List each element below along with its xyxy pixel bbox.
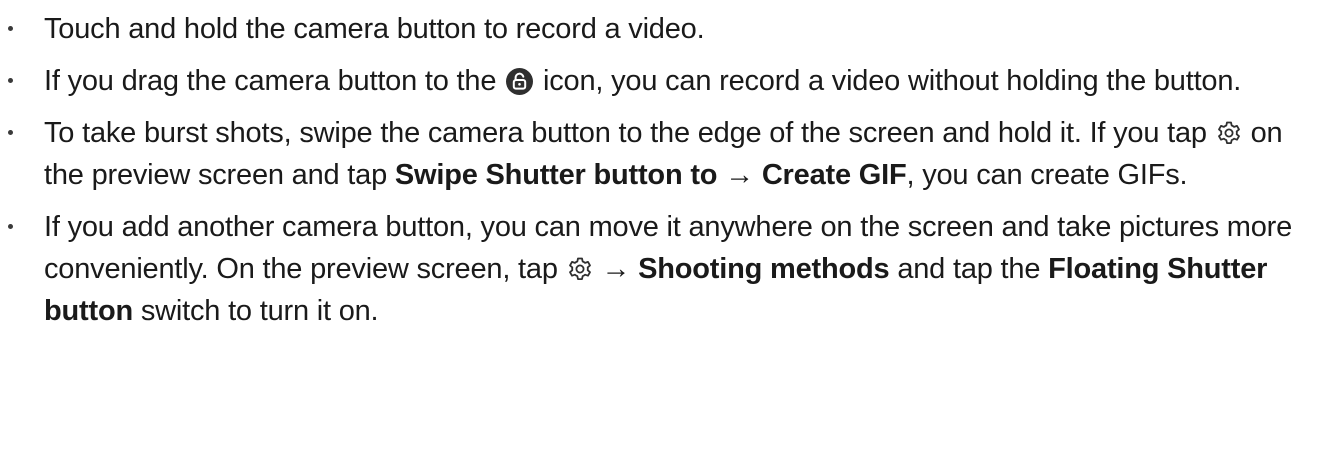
list-item: Touch and hold the camera button to reco… bbox=[0, 8, 1332, 50]
bullet-text: icon, you can record a video without hol… bbox=[535, 65, 1242, 97]
bullet-text: If you drag the camera button to the bbox=[44, 65, 505, 97]
arrow-symbol: → bbox=[593, 253, 639, 285]
bullet-text: switch to turn it on. bbox=[132, 295, 379, 327]
unlock-icon bbox=[506, 65, 534, 95]
list-item: If you drag the camera button to the ico… bbox=[0, 60, 1332, 102]
bullet-dot bbox=[8, 130, 13, 135]
bullet-dot bbox=[8, 26, 13, 31]
bullet-text: To take burst shots, swipe the camera bu… bbox=[44, 117, 1215, 149]
list-item: To take burst shots, swipe the camera bu… bbox=[0, 112, 1332, 196]
bold-term: Shooting methods bbox=[638, 253, 890, 285]
bold-term: Create GIF bbox=[761, 159, 907, 191]
gear-icon bbox=[1216, 116, 1242, 144]
bold-term: Swipe Shutter button to bbox=[394, 159, 718, 191]
bullet-text: and tap the bbox=[889, 253, 1049, 285]
bullet-dot bbox=[8, 78, 13, 83]
document-page: Touch and hold the camera button to reco… bbox=[0, 0, 1332, 464]
list-item: If you add another camera button, you ca… bbox=[0, 206, 1332, 332]
bullet-text: , you can create GIFs. bbox=[906, 159, 1188, 191]
bullet-text: Touch and hold the camera button to reco… bbox=[44, 13, 705, 45]
bullet-dot bbox=[8, 224, 13, 229]
gear-icon bbox=[567, 252, 593, 280]
bullet-list: Touch and hold the camera button to reco… bbox=[0, 8, 1332, 332]
arrow-symbol: → bbox=[717, 159, 762, 191]
